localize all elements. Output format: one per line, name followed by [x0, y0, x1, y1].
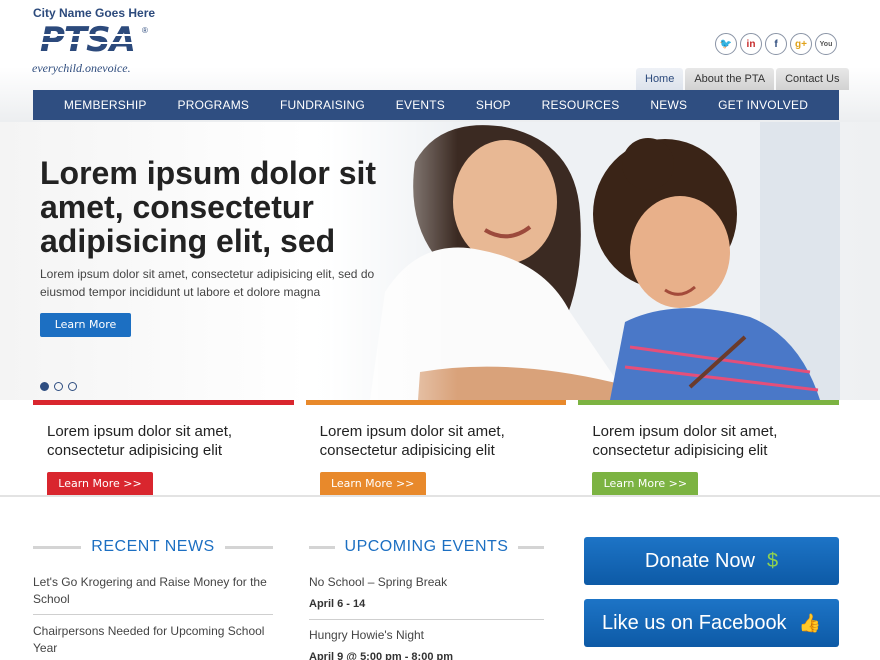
nav-programs[interactable]: PROGRAMS: [178, 98, 250, 112]
card-learn-more-button[interactable]: Learn More >>: [592, 472, 699, 496]
logo-tagline: everychild.onevoice.: [32, 61, 131, 75]
news-item[interactable]: Chairpersons Needed for Upcoming School …: [33, 623, 273, 657]
card-title: Lorem ipsum dolor sit amet, consectetur …: [592, 423, 778, 459]
nav-resources[interactable]: RESOURCES: [542, 98, 620, 112]
util-tab-about[interactable]: About the PTA: [685, 68, 775, 90]
nav-fundraising[interactable]: FUNDRAISING: [280, 98, 365, 112]
nav-news[interactable]: NEWS: [650, 98, 687, 112]
registered-mark: ®: [142, 26, 148, 35]
event-title[interactable]: No School – Spring Break: [309, 575, 447, 589]
card-learn-more-button[interactable]: Learn More >>: [319, 472, 426, 496]
facebook-like-button[interactable]: Like us on Facebook 👍: [584, 599, 839, 647]
slider-dots: [40, 382, 77, 391]
facebook-icon[interactable]: f: [765, 33, 787, 55]
ptsa-logo[interactable]: PTSA ® everychild.onevoice.: [32, 20, 157, 78]
logo-stripe: [32, 34, 152, 36]
social-links: 🐦 in f g+ You: [715, 33, 837, 55]
hero-text: Lorem ipsum dolor sit amet, consectetur …: [40, 267, 375, 299]
slider-dot-3[interactable]: [68, 382, 77, 391]
thumbs-up-icon: 👍: [798, 612, 821, 633]
event-date: April 9 @ 5:00 pm - 8:00 pm: [309, 651, 453, 660]
event-divider: [309, 619, 544, 620]
googleplus-icon[interactable]: g+: [790, 33, 812, 55]
nav-get-involved[interactable]: GET INVOLVED: [718, 98, 808, 112]
news-item[interactable]: Let's Go Krogering and Raise Money for t…: [33, 574, 273, 608]
card-learn-more-button[interactable]: Learn More >>: [47, 472, 153, 496]
card-title: Lorem ipsum dolor sit amet, consectetur …: [47, 423, 233, 459]
utility-nav: Home About the PTA Contact Us: [636, 68, 849, 90]
donate-label: Donate Now: [644, 549, 755, 572]
slider-dot-2[interactable]: [54, 382, 63, 391]
donate-now-button[interactable]: Donate Now $: [584, 537, 839, 585]
section-divider: [0, 495, 880, 497]
event-title[interactable]: Hungry Howie's Night: [309, 628, 424, 642]
hero-learn-more-button[interactable]: Learn More: [40, 313, 131, 337]
logo-stripe: [32, 42, 152, 44]
nav-membership[interactable]: MEMBERSHIP: [64, 98, 147, 112]
youtube-icon[interactable]: You: [815, 33, 837, 55]
recent-news-heading: RECENT NEWS: [33, 538, 273, 556]
twitter-icon[interactable]: 🐦: [715, 33, 737, 55]
feature-card-2: Lorem ipsum dolor sit amet, consectetur …: [305, 400, 567, 496]
slider-dot-1[interactable]: [40, 382, 49, 391]
city-name: City Name Goes Here: [33, 6, 156, 20]
linkedin-icon[interactable]: in: [740, 33, 762, 55]
upcoming-events-heading: UPCOMING EVENTS: [309, 538, 544, 556]
dollar-icon: $: [766, 549, 779, 572]
site-header: City Name Goes Here PTSA ® everychild.on…: [0, 0, 880, 122]
feature-card-1: Lorem ipsum dolor sit amet, consectetur …: [33, 400, 294, 496]
facebook-label: Like us on Facebook: [602, 611, 787, 634]
event-date: April 6 - 14: [309, 598, 366, 610]
main-nav: MEMBERSHIP PROGRAMS FUNDRAISING EVENTS S…: [33, 90, 839, 120]
util-tab-contact[interactable]: Contact Us: [776, 68, 849, 90]
hero-slider: Lorem ipsum dolor sit amet, consectetur …: [0, 122, 880, 400]
util-tab-home[interactable]: Home: [636, 68, 684, 90]
hero-title: Lorem ipsum dolor sit amet, consectetur …: [40, 155, 377, 259]
feature-cards: Lorem ipsum dolor sit amet, consectetur …: [33, 400, 840, 496]
hero-photo: [330, 122, 840, 400]
nav-events[interactable]: EVENTS: [396, 98, 445, 112]
nav-shop[interactable]: SHOP: [476, 98, 511, 112]
card-title: Lorem ipsum dolor sit amet, consectetur …: [319, 423, 505, 459]
news-divider: [33, 614, 273, 615]
feature-card-3: Lorem ipsum dolor sit amet, consectetur …: [578, 400, 840, 496]
logo-wordmark: PTSA: [40, 20, 136, 60]
